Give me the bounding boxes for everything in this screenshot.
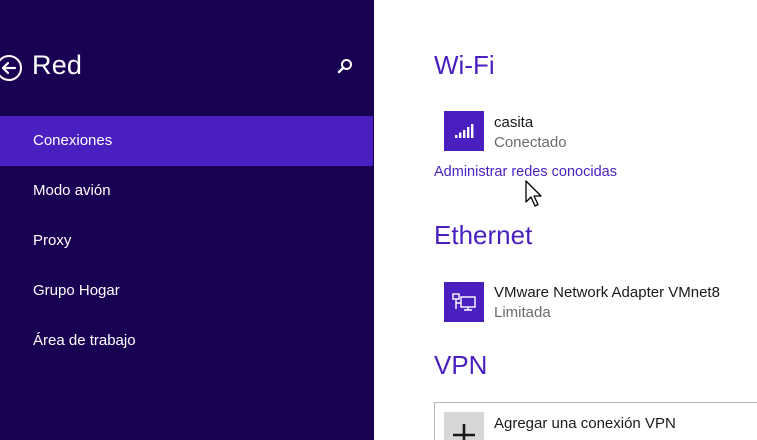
wifi-network-status: Conectado <box>494 134 567 151</box>
manage-known-networks-link[interactable]: Administrar redes conocidas <box>434 164 617 180</box>
network-settings-screen: Red Conexiones Modo avión Proxy Grupo Ho… <box>0 0 757 440</box>
ethernet-adapter-name[interactable]: VMware Network Adapter VMnet8 <box>494 284 720 301</box>
ethernet-network-icon <box>452 293 476 311</box>
sidebar-item-area-de-trabajo[interactable]: Área de trabajo <box>0 316 373 366</box>
sidebar-item-label: Conexiones <box>33 132 113 149</box>
page-title: Red <box>32 50 83 80</box>
sidebar-item-conexiones[interactable]: Conexiones <box>0 116 373 166</box>
sidebar-item-label: Área de trabajo <box>33 332 136 349</box>
plus-icon <box>453 424 475 440</box>
navigation-pane: Red Conexiones Modo avión Proxy Grupo Ho… <box>0 0 374 440</box>
wifi-network-tile[interactable] <box>444 111 484 151</box>
sidebar-item-label: Modo avión <box>33 182 111 199</box>
sidebar-item-proxy[interactable]: Proxy <box>0 216 373 266</box>
sidebar-item-modo-avion[interactable]: Modo avión <box>0 166 373 216</box>
wifi-network-name[interactable]: casita <box>494 114 533 131</box>
ethernet-heading: Ethernet <box>434 220 533 250</box>
sidebar-item-label: Proxy <box>33 232 72 249</box>
back-arrow-circle-icon <box>0 55 22 81</box>
ethernet-adapter-status: Limitada <box>494 304 551 321</box>
vpn-plus-tile <box>444 412 484 440</box>
search-icon <box>337 59 352 74</box>
add-vpn-connection-button[interactable]: Agregar una conexión VPN <box>434 402 757 440</box>
sidebar-item-grupo-hogar[interactable]: Grupo Hogar <box>0 266 373 316</box>
wifi-signal-icon <box>455 124 474 138</box>
vpn-heading: VPN <box>434 350 488 380</box>
sidebar-item-label: Grupo Hogar <box>33 282 120 299</box>
sidebar-nav: Conexiones Modo avión Proxy Grupo Hogar … <box>0 116 373 366</box>
search-button[interactable] <box>334 56 356 78</box>
back-button[interactable] <box>0 54 23 82</box>
content-pane: Wi-Fi casita Conectado Administrar redes… <box>374 0 757 440</box>
add-vpn-connection-label: Agregar una conexión VPN <box>494 415 676 432</box>
ethernet-adapter-tile[interactable] <box>444 282 484 322</box>
wifi-heading: Wi-Fi <box>434 50 495 80</box>
